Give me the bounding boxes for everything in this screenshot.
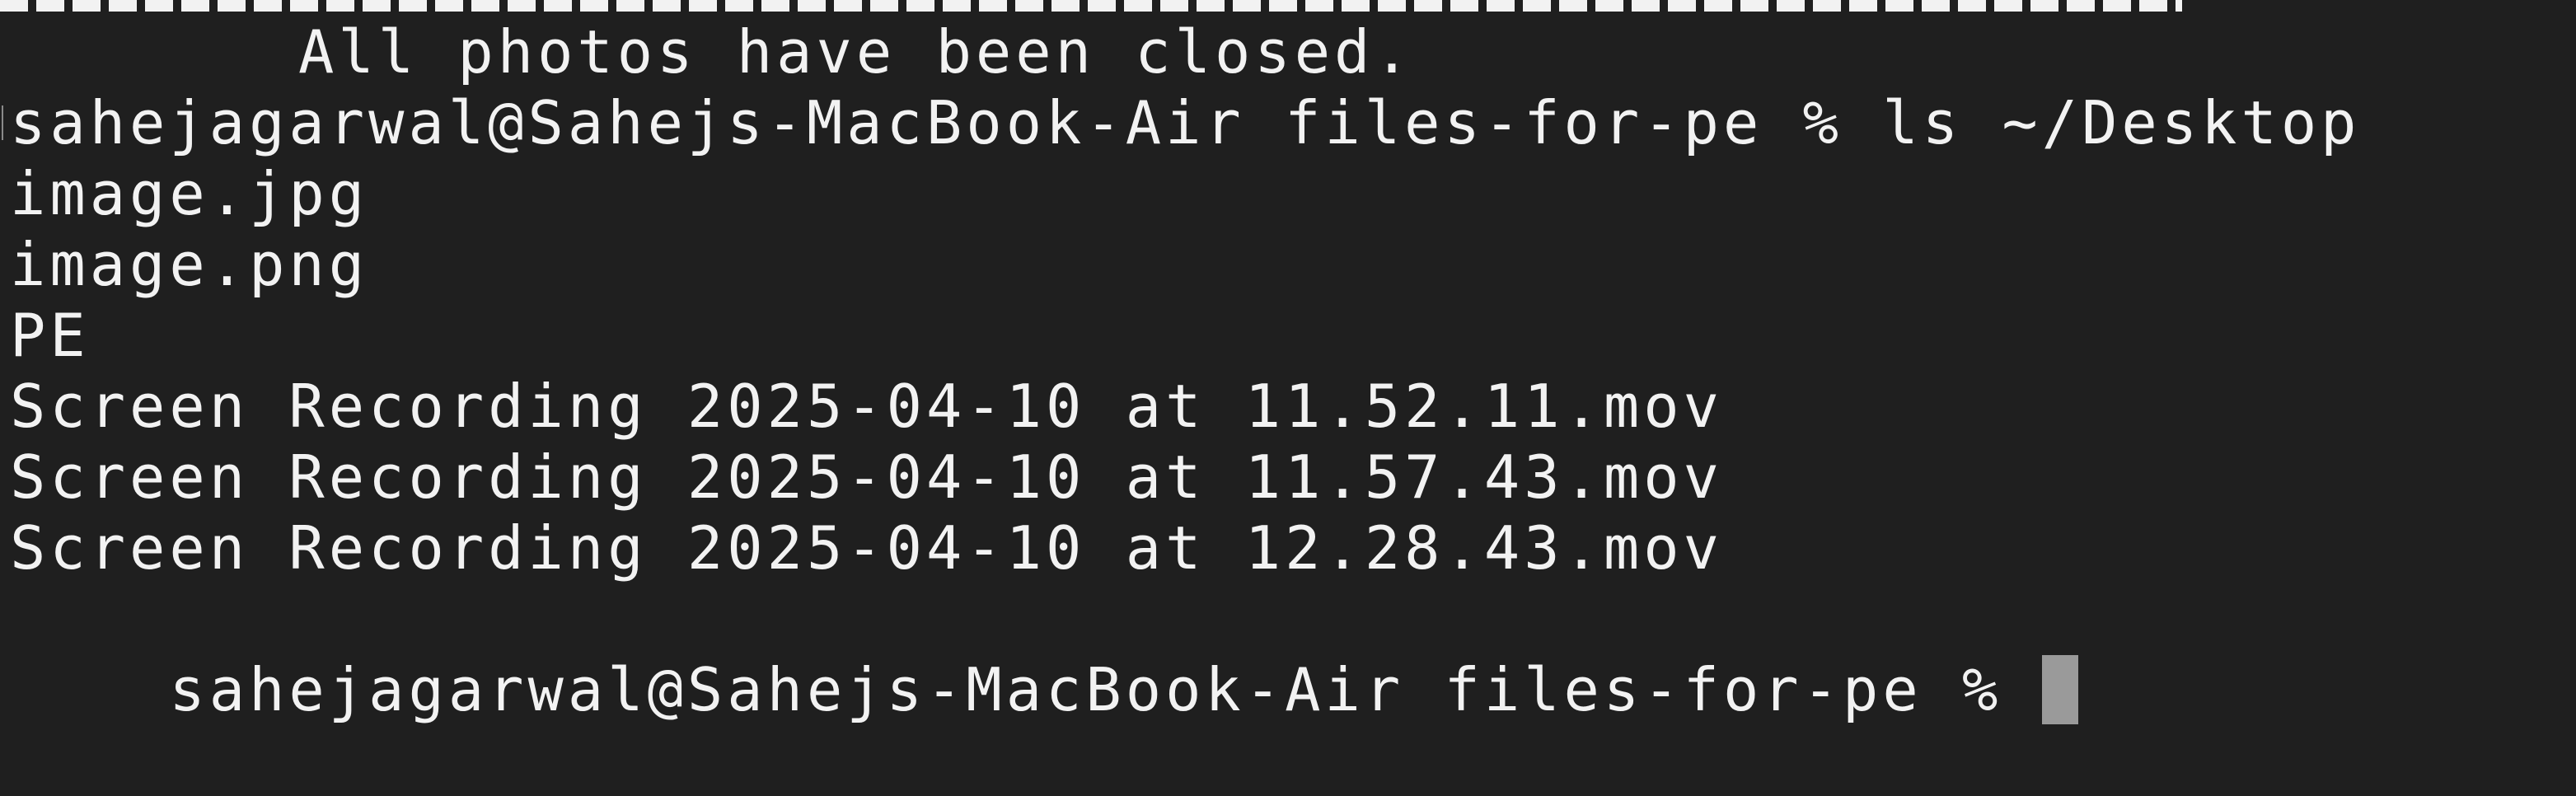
prompt-line[interactable]: sahejagarwal@Sahejs-MacBook-Air files-fo… [10,583,2078,724]
status-message: All photos have been closed. [298,17,1414,87]
shell-prompt: sahejagarwal@Sahejs-MacBook-Air files-fo… [169,655,2042,724]
terminal-window[interactable]: All photos have been closed. sahejagarwa… [0,0,2576,724]
file-list-item: Screen Recording 2025-04-10 at 11.57.43.… [10,442,1723,512]
file-list-item: Screen Recording 2025-04-10 at 11.52.11.… [10,372,1723,441]
file-list-item: image.jpg [10,159,369,228]
command-line: sahejagarwal@Sahejs-MacBook-Air files-fo… [10,88,2361,157]
line-marker [2,105,3,140]
file-list-item: image.png [10,230,369,299]
file-list-item: Screen Recording 2025-04-10 at 12.28.43.… [10,513,1723,583]
file-list-item: PE [10,301,90,370]
separator-line [0,0,2182,12]
text-cursor[interactable] [2041,655,2078,724]
